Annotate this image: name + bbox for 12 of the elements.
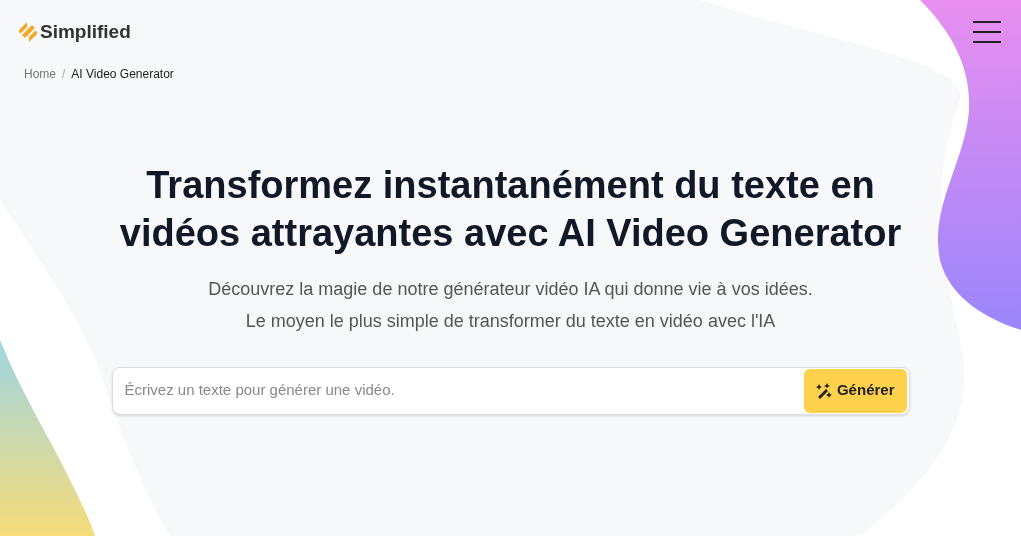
prompt-field[interactable]: Écrivez un texte pour générer une vidéo. Générer: [111, 366, 910, 415]
generate-button[interactable]: Générer: [803, 368, 907, 413]
logo-icon: [18, 21, 38, 44]
prompt-input[interactable]: Écrivez un texte pour générer une vidéo.: [124, 379, 804, 402]
breadcrumb-separator: /: [62, 65, 66, 83]
hero-title: Transformez instantanément du texte en vidéos attrayantes avec AI Video Generator: [118, 162, 903, 256]
hero-subtitle: Découvrez la magie de notre générateur vidéo IA qui donne vie à vos idées. Le moyen le plus simple de transformer du texte en vidéo avec l'IA: [207, 277, 814, 333]
magic-wand-icon: [815, 382, 832, 399]
menu-button[interactable]: [973, 21, 1001, 44]
logo-text[interactable]: Simplified: [40, 18, 131, 47]
breadcrumb-link[interactable]: AI Video Generator: [71, 64, 174, 83]
breadcrumb-link[interactable]: Home: [24, 64, 56, 83]
